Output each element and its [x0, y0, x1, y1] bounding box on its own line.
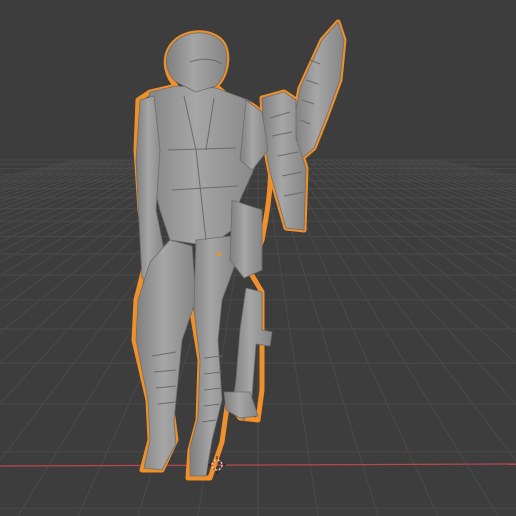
grid-line	[353, 159, 516, 228]
grid-line	[317, 159, 516, 292]
grid-line	[407, 159, 516, 189]
3d-viewport[interactable]	[0, 0, 516, 516]
grid-line	[287, 159, 516, 462]
grid-line	[347, 159, 516, 235]
grid-line	[425, 159, 516, 182]
grid-line	[419, 159, 516, 184]
grid-line	[0, 159, 145, 211]
grid-line	[0, 159, 79, 178]
grid-line	[359, 159, 516, 222]
grid-line	[437, 159, 516, 178]
object-origin-dot	[217, 252, 221, 256]
figure-model[interactable]	[131, 19, 347, 481]
grid-line	[0, 159, 85, 180]
grid-line	[341, 159, 516, 243]
grid-line	[281, 159, 499, 516]
grid-line	[0, 159, 91, 182]
grid-line	[323, 159, 516, 276]
grid-line	[431, 159, 516, 180]
grid-line	[371, 159, 516, 211]
grid-line	[0, 159, 103, 187]
grid-line	[0, 159, 97, 184]
grid-line	[0, 159, 109, 189]
figure-mesh	[135, 21, 345, 477]
grid-line	[0, 159, 133, 202]
grid-line	[383, 159, 516, 202]
grid-line	[413, 159, 516, 187]
